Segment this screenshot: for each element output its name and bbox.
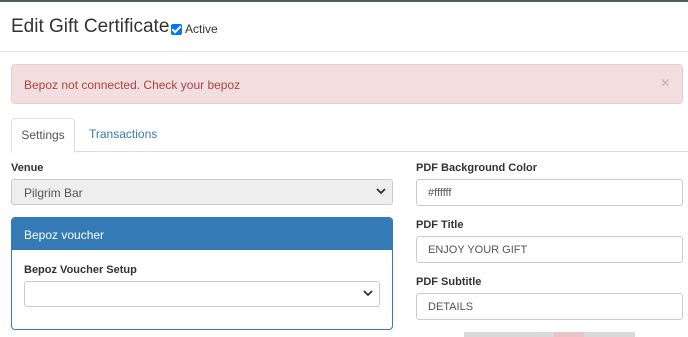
pdf-preview-thumbnail — [464, 332, 635, 337]
pdf-subtitle-label: PDF Subtitle — [416, 276, 482, 288]
pdf-title-value: ENJOY YOUR GIFT — [428, 244, 528, 256]
active-checkbox[interactable] — [171, 23, 182, 35]
error-alert: Bepoz not connected. Check your bepoz × — [11, 64, 683, 104]
voucher-setup-label: Bepoz Voucher Setup — [24, 264, 137, 276]
tab-settings[interactable]: Settings — [11, 118, 75, 153]
pdf-background-label: PDF Background Color — [416, 162, 538, 174]
active-toggle[interactable]: Active — [171, 22, 218, 36]
close-icon[interactable]: × — [661, 75, 670, 93]
bepoz-voucher-panel: Bepoz voucher Bepoz Voucher Setup — [11, 217, 393, 330]
panel-heading: Bepoz voucher — [12, 218, 392, 250]
voucher-setup-select[interactable] — [24, 281, 380, 307]
alert-message: Bepoz not connected. Check your bepoz — [24, 78, 241, 92]
pdf-subtitle-input[interactable]: DETAILS — [416, 293, 683, 320]
pdf-background-input[interactable]: #ffffff — [416, 179, 683, 206]
chevron-down-icon — [363, 290, 373, 297]
tab-bar: Settings Transactions — [11, 118, 688, 153]
pdf-title-label: PDF Title — [416, 219, 464, 231]
chevron-down-icon — [376, 188, 386, 195]
venue-select[interactable]: Pilgrim Bar — [11, 179, 393, 205]
tab-transactions[interactable]: Transactions — [77, 118, 169, 152]
venue-label: Venue — [11, 162, 44, 174]
page-title: Edit Gift Certificate — [11, 16, 170, 37]
pdf-background-value: #ffffff — [428, 187, 452, 199]
page-header: Edit Gift Certificate Active — [0, 2, 688, 52]
pdf-title-input[interactable]: ENJOY YOUR GIFT — [416, 236, 683, 263]
active-label: Active — [185, 22, 218, 36]
pdf-subtitle-value: DETAILS — [428, 301, 474, 313]
venue-select-value: Pilgrim Bar — [24, 186, 83, 200]
